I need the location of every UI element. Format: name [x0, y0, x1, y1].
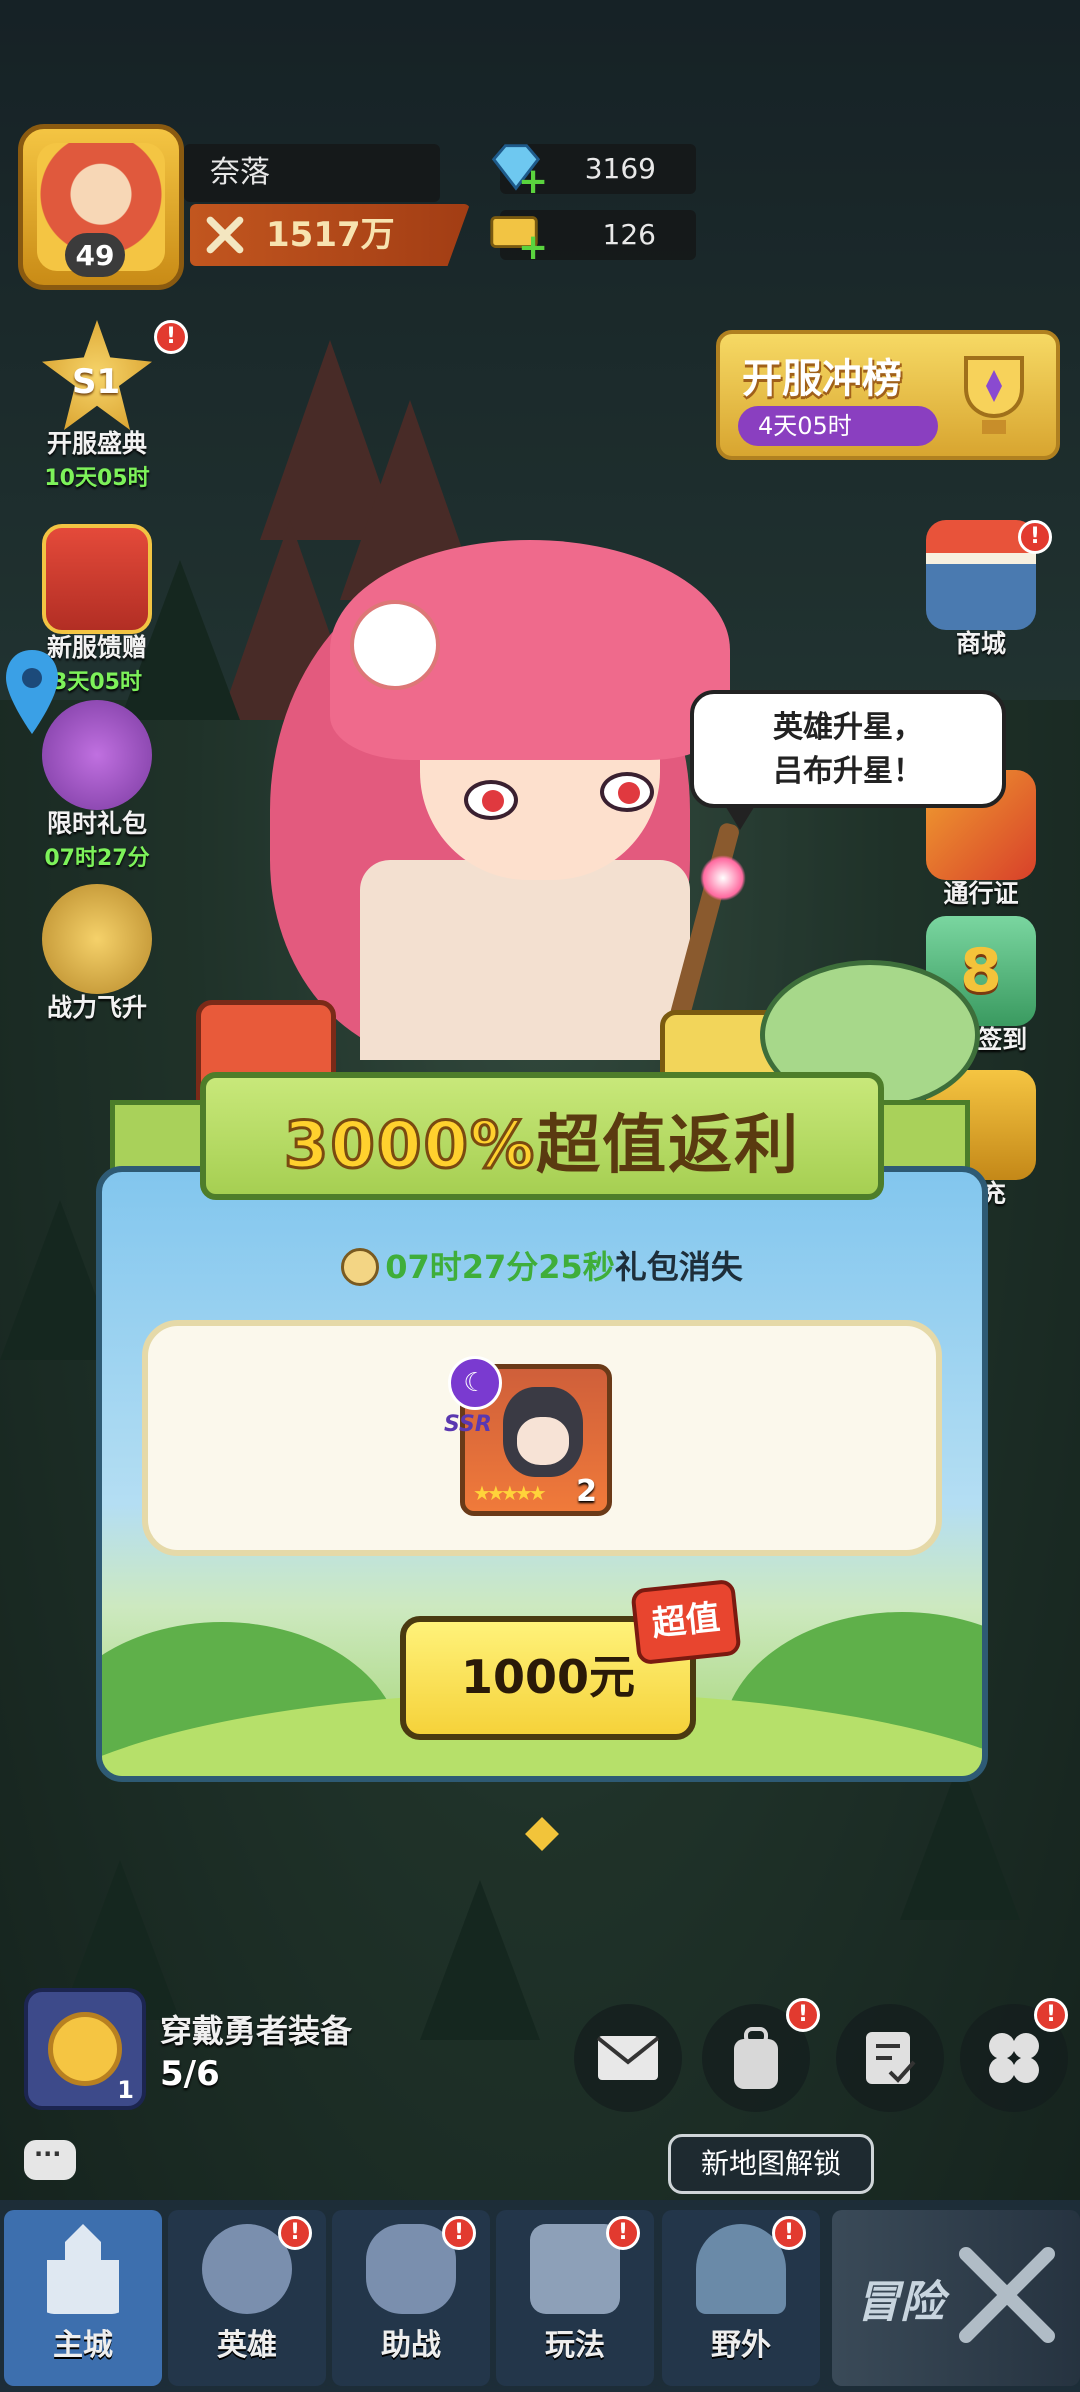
- ticket-counter[interactable]: + 126: [490, 210, 696, 266]
- tab-label: 英雄: [217, 2328, 277, 2363]
- tab-wilderness[interactable]: ! 野外: [662, 2210, 820, 2386]
- player-level: 49: [65, 233, 125, 277]
- side-item-timer: 07时27分: [44, 846, 150, 871]
- timer-suffix: 礼包消失: [614, 1248, 743, 1286]
- glowing-orb: [700, 855, 746, 901]
- backpack-icon: [734, 2027, 778, 2089]
- power-value: 1517万: [266, 215, 395, 255]
- quest-icon[interactable]: 1: [24, 1988, 146, 2110]
- side-item-timer: 10天05时: [44, 466, 150, 491]
- castle-icon: [47, 2224, 119, 2314]
- offer-title-text: 超值返利: [536, 1109, 801, 1183]
- offer-title: 3000%超值返利: [206, 1094, 878, 1186]
- notification-dot: !: [154, 320, 188, 354]
- player-name: 奈落: [184, 144, 440, 202]
- notification-dot: !: [786, 1998, 820, 2032]
- rank-event-title: 开服冲榜: [742, 356, 902, 402]
- map-pin-icon[interactable]: [2, 646, 62, 742]
- hero-face: [517, 1417, 569, 1465]
- power-medal-icon: [42, 884, 152, 994]
- quest-count: 1: [117, 2076, 134, 2104]
- chat-icon[interactable]: [24, 2140, 76, 2180]
- envelope-icon: [596, 2036, 660, 2080]
- hero-rarity: SSR: [444, 1412, 492, 1437]
- offer-panel: 07时27分25秒礼包消失 ★★★★★ 2 ☾ SSR 1000元 超值: [96, 1166, 988, 1782]
- bottom-navigation: 主城 ! 英雄 ! 助战 ! 玩法 ! 野外 冒险: [0, 2200, 1080, 2392]
- offer-percentage: 3000%: [282, 1108, 537, 1185]
- stopwatch-icon: [341, 1248, 380, 1286]
- gift-box-icon: [42, 524, 152, 634]
- backpack-button[interactable]: !: [702, 1998, 820, 2112]
- shop-button[interactable]: ! 商城: [906, 520, 1056, 660]
- quest-title[interactable]: 穿戴勇者装备: [160, 2006, 352, 2052]
- add-ticket-icon[interactable]: +: [518, 230, 548, 266]
- power-display: 1517万: [190, 204, 470, 266]
- player-avatar[interactable]: 49: [18, 124, 184, 290]
- character-robe: [360, 860, 690, 1060]
- character-eye: [600, 772, 654, 812]
- character-eye: [464, 780, 518, 820]
- notification-dot: !: [772, 2216, 806, 2250]
- speech-line-1: 英雄升星，: [773, 710, 923, 745]
- clover-icon: [989, 2033, 1039, 2083]
- notification-dot: !: [1018, 520, 1052, 554]
- notification-dot: !: [1034, 1998, 1068, 2032]
- tab-label: 助战: [381, 2328, 441, 2363]
- crossed-swords-icon: [206, 216, 244, 254]
- notification-dot: !: [606, 2216, 640, 2250]
- event-server-celebration[interactable]: S1 ! 开服盛典 10天05时: [22, 320, 188, 492]
- hero-star-level: 2: [576, 1474, 597, 1509]
- adventure-label: 冒险: [856, 2277, 944, 2328]
- character-speech-bubble: 英雄升星， 吕布升星！: [690, 690, 1006, 830]
- more-button[interactable]: !: [960, 1998, 1068, 2112]
- tab-main-city[interactable]: 主城: [4, 2210, 162, 2386]
- diamond-counter[interactable]: + 3169: [491, 144, 696, 200]
- event-power-boost[interactable]: 战力飞升: [22, 884, 172, 1024]
- hero-stars: ★★★★★: [473, 1481, 547, 1505]
- task-button[interactable]: [836, 2004, 944, 2112]
- tab-label: 玩法: [545, 2328, 605, 2363]
- new-map-tooltip: 新地图解锁: [668, 2134, 874, 2194]
- trophy-icon: [964, 356, 1024, 434]
- tab-label: 野外: [711, 2328, 771, 2363]
- rank-event-timer: 4天05时: [738, 406, 938, 446]
- adventure-button[interactable]: 冒险: [832, 2210, 1080, 2386]
- add-diamond-icon[interactable]: +: [518, 164, 548, 200]
- reward-box: ★★★★★ 2 ☾ SSR: [142, 1320, 942, 1556]
- side-item-label: 开服盛典: [46, 429, 147, 458]
- timer-value: 07时27分25秒: [385, 1248, 615, 1286]
- moon-faction-icon: ☾: [448, 1356, 502, 1410]
- checklist-icon: [866, 2032, 916, 2084]
- mail-button[interactable]: [574, 2004, 682, 2112]
- offer-timer: 07时27分25秒礼包消失: [102, 1242, 982, 1288]
- offer-title-ribbon: 3000%超值返利: [200, 1072, 884, 1200]
- diamond-amount: 3169: [584, 152, 656, 185]
- tab-gameplay[interactable]: ! 玩法: [496, 2210, 654, 2386]
- medal-icon: [48, 2012, 122, 2086]
- crossed-swords-icon: [959, 2247, 1055, 2343]
- tab-support[interactable]: ! 助战: [332, 2210, 490, 2386]
- hair-flower: [350, 600, 440, 690]
- rank-event-banner[interactable]: 开服冲榜 4天05时: [716, 330, 1060, 460]
- notification-dot: !: [442, 2216, 476, 2250]
- quest-progress: 5/6: [160, 2054, 220, 2094]
- notification-dot: !: [278, 2216, 312, 2250]
- speech-line-2: 吕布升星！: [773, 754, 923, 789]
- value-tag: 超值: [630, 1578, 742, 1666]
- tab-label: 主城: [53, 2328, 113, 2363]
- ticket-amount: 126: [602, 218, 656, 251]
- tab-heroes[interactable]: ! 英雄: [168, 2210, 326, 2386]
- season-badge: S1: [72, 362, 121, 402]
